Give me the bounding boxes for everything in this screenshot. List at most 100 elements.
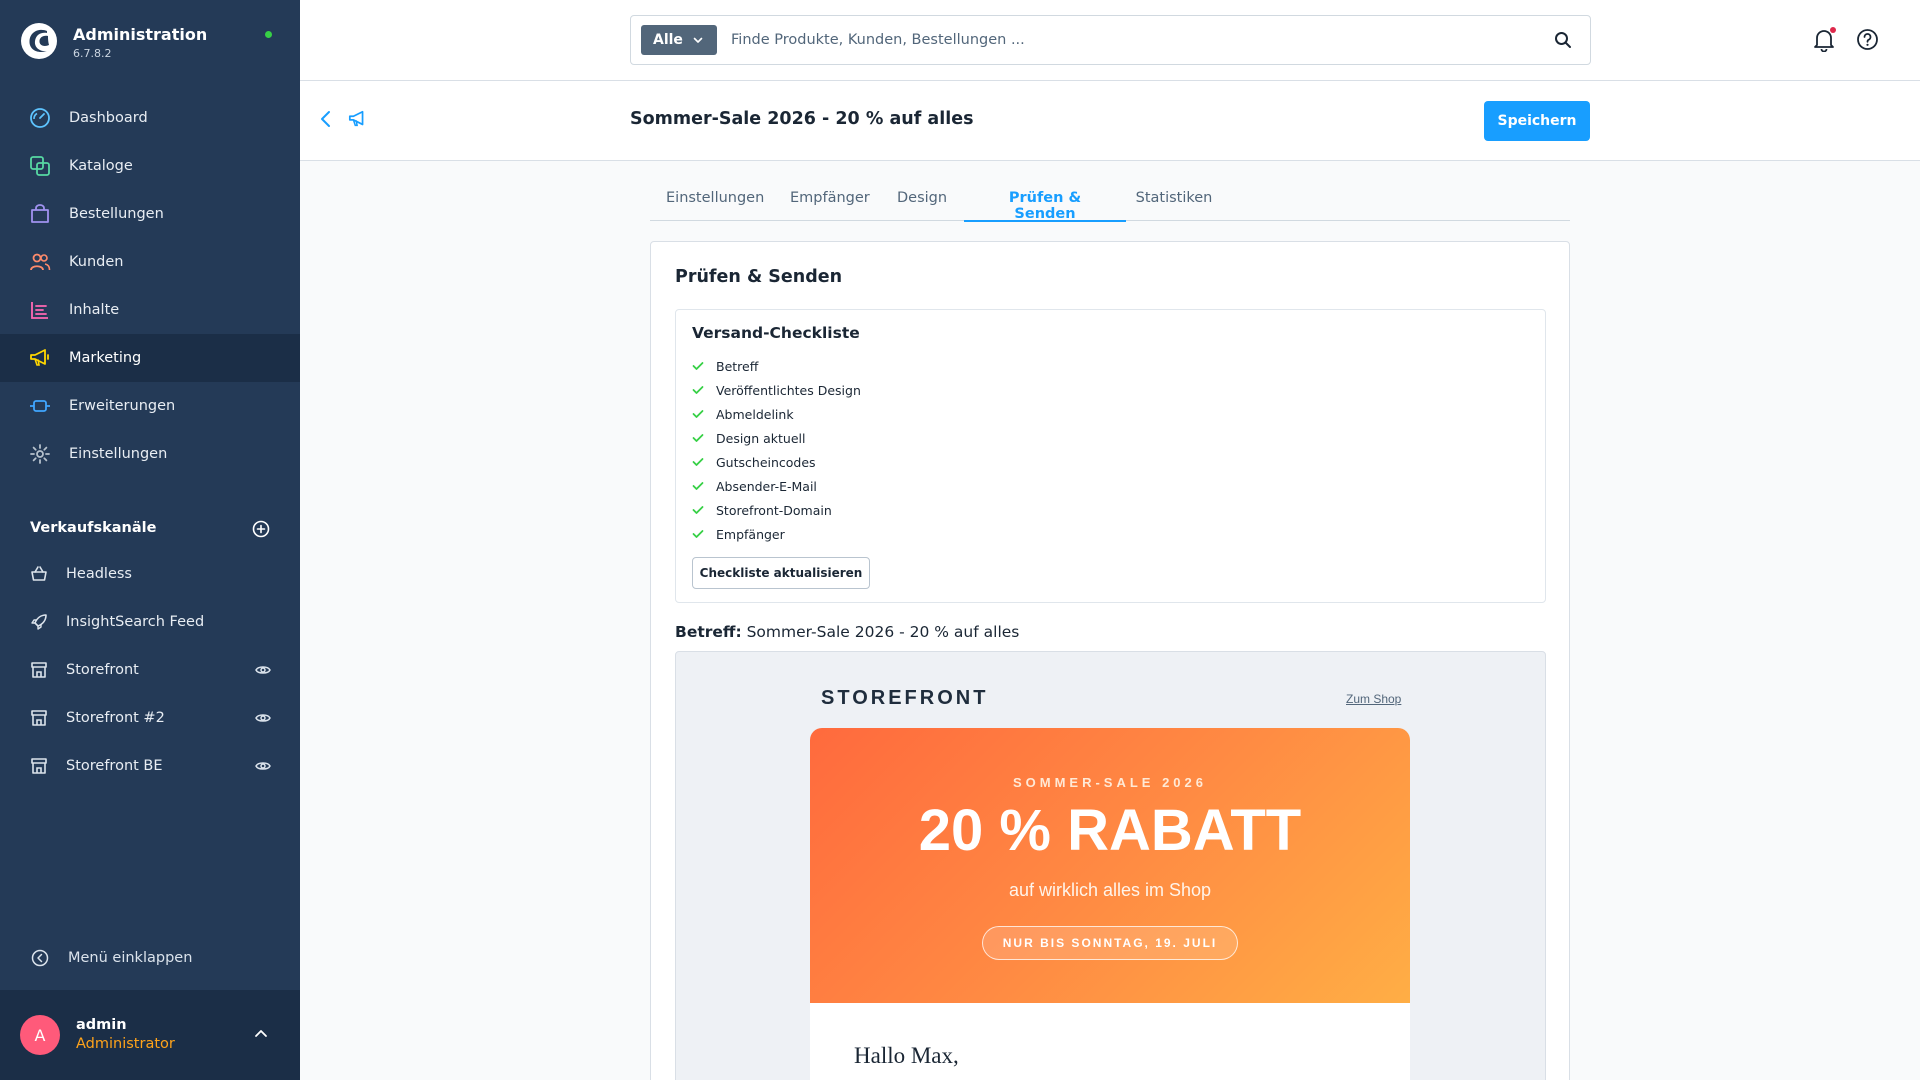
content-icon: [28, 298, 52, 322]
user-name: admin: [76, 1017, 127, 1033]
sales-channels-header: Verkaufskanäle: [30, 520, 270, 540]
nav-label: Kataloge: [69, 158, 133, 174]
email-deadline-badge: NUR BIS SONNTAG, 19. JULI: [982, 926, 1238, 960]
plug-icon: [28, 394, 52, 418]
checklist-item: Betreff: [692, 354, 861, 378]
search-type-select[interactable]: Alle: [641, 25, 717, 55]
card-title: Prüfen & Senden: [675, 267, 843, 287]
avatar: A: [20, 1015, 60, 1055]
shopping-bag-icon: [28, 202, 52, 226]
nav-item-customers[interactable]: Kunden: [0, 238, 300, 286]
status-dot: [265, 31, 272, 38]
shopware-logo-icon: [21, 23, 57, 59]
storefront-icon: [29, 756, 49, 776]
checkmark-icon: [692, 362, 704, 370]
search-icon[interactable]: [1554, 31, 1572, 49]
checklist-item: Absender-E-Mail: [692, 474, 861, 498]
back-button[interactable]: [318, 109, 334, 129]
users-icon: [28, 250, 52, 274]
sales-channels-list: Headless InsightSearch Feed Storefront S…: [0, 550, 300, 790]
checklist-item: Storefront-Domain: [692, 498, 861, 522]
main-nav: Dashboard Kataloge Bestellungen Kunden I…: [0, 94, 300, 478]
checkmark-icon: [692, 386, 704, 394]
eye-icon[interactable]: [255, 759, 271, 773]
global-search: Alle: [630, 15, 1591, 65]
tab-review-send[interactable]: Prüfen & Senden: [964, 181, 1126, 222]
checklist-item: Gutscheincodes: [692, 450, 861, 474]
nav-item-marketing[interactable]: Marketing: [0, 334, 300, 382]
user-menu[interactable]: A admin Administrator: [0, 990, 300, 1080]
tab-bar: Einstellungen Empfänger Design Prüfen & …: [650, 181, 1570, 222]
sales-channel-label: Storefront #2: [66, 710, 165, 726]
megaphone-icon: [28, 346, 52, 370]
collapse-menu-label: Menü einklappen: [68, 950, 193, 966]
email-hero-banner: SOMMER-SALE 2026 20 % RABATT auf wirklic…: [810, 728, 1410, 1003]
gear-icon: [28, 442, 52, 466]
nav-item-dashboard[interactable]: Dashboard: [0, 94, 300, 142]
nav-item-extensions[interactable]: Erweiterungen: [0, 382, 300, 430]
nav-item-settings[interactable]: Einstellungen: [0, 430, 300, 478]
basket-icon: [29, 564, 49, 584]
email-shop-link[interactable]: Zum Shop: [1346, 692, 1401, 706]
checkmark-icon: [692, 530, 704, 538]
checklist-label: Absender-E-Mail: [716, 478, 817, 494]
email-greeting: Hallo Max,: [854, 1043, 959, 1068]
tab-design[interactable]: Design: [897, 181, 947, 221]
sales-channel-label: InsightSearch Feed: [66, 614, 205, 630]
checkmark-icon: [692, 434, 704, 442]
app-version: 6.7.8.2: [73, 47, 112, 60]
subject-value: Sommer-Sale 2026 - 20 % auf alles: [746, 623, 1020, 641]
checklist-item: Veröffentlichtes Design: [692, 378, 861, 402]
help-icon[interactable]: [1856, 28, 1879, 51]
save-button[interactable]: Speichern: [1484, 101, 1590, 141]
nav-item-catalog[interactable]: Kataloge: [0, 142, 300, 190]
sales-channel-insightsearch[interactable]: InsightSearch Feed: [0, 598, 300, 646]
send-checklist: Versand-Checkliste Betreff Veröffentlich…: [675, 309, 1546, 603]
storefront-icon: [29, 660, 49, 680]
checklist-item: Abmeldelink: [692, 402, 861, 426]
nav-item-orders[interactable]: Bestellungen: [0, 190, 300, 238]
add-sales-channel-icon[interactable]: [252, 520, 270, 538]
checklist-items: Betreff Veröffentlichtes Design Abmeldel…: [692, 354, 861, 546]
megaphone-icon: [348, 109, 368, 129]
dashboard-icon: [28, 106, 52, 130]
sales-channel-label: Headless: [66, 566, 132, 582]
refresh-checklist-button[interactable]: Checkliste aktualisieren: [692, 557, 870, 589]
email-headline: 20 % RABATT: [918, 798, 1302, 863]
page-title: Sommer-Sale 2026 - 20 % auf alles: [630, 109, 974, 129]
nav-label: Dashboard: [69, 110, 148, 126]
top-bar: Alle: [300, 0, 1920, 81]
sales-channel-storefront-2[interactable]: Storefront #2: [0, 694, 300, 742]
sales-channel-storefront-be[interactable]: Storefront BE: [0, 742, 300, 790]
search-input[interactable]: [731, 26, 1531, 54]
nav-label: Bestellungen: [69, 206, 164, 222]
chevron-down-icon: [693, 37, 703, 43]
user-role: Administrator: [76, 1036, 175, 1052]
eye-icon[interactable]: [255, 663, 271, 677]
sales-channels-title: Verkaufskanäle: [30, 520, 157, 536]
tab-recipients[interactable]: Empfänger: [790, 181, 870, 221]
checkmark-icon: [692, 410, 704, 418]
checklist-label: Empfänger: [716, 526, 785, 542]
checklist-label: Storefront-Domain: [716, 502, 832, 518]
tab-settings[interactable]: Einstellungen: [666, 181, 764, 221]
sales-channel-headless[interactable]: Headless: [0, 550, 300, 598]
storefront-icon: [29, 708, 49, 728]
sidebar: Administration 6.7.8.2 Dashboard Katalog…: [0, 0, 300, 1080]
tab-statistics[interactable]: Statistiken: [1132, 181, 1216, 221]
sales-channel-storefront[interactable]: Storefront: [0, 646, 300, 694]
collapse-menu-button[interactable]: Menü einklappen: [30, 946, 192, 970]
nav-label: Inhalte: [69, 302, 120, 318]
eye-icon[interactable]: [255, 711, 271, 725]
nav-item-content[interactable]: Inhalte: [0, 286, 300, 334]
nav-label: Kunden: [69, 254, 124, 270]
sales-channel-label: Storefront: [66, 662, 139, 678]
email-body: Hallo Max,: [810, 1003, 1410, 1080]
review-send-card: Prüfen & Senden Versand-Checkliste Betre…: [650, 241, 1570, 1080]
smart-bar: Sommer-Sale 2026 - 20 % auf alles Speich…: [300, 81, 1920, 161]
email-preview: STOREFRONT Zum Shop SOMMER-SALE 2026 20 …: [675, 651, 1546, 1080]
subject-label: Betreff:: [675, 623, 742, 641]
checklist-label: Design aktuell: [716, 430, 806, 446]
chevron-up-icon[interactable]: [254, 1028, 268, 1038]
chevron-left-circle-icon: [30, 946, 50, 970]
